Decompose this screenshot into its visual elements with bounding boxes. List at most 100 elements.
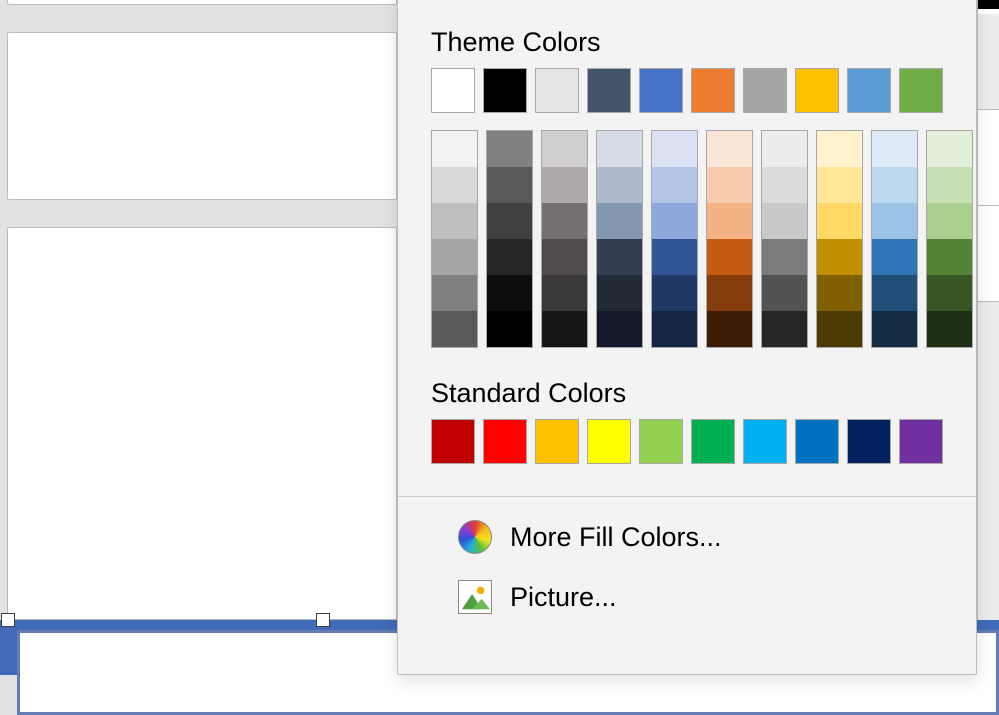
theme-color-swatch[interactable] bbox=[847, 68, 891, 113]
theme-shade-column bbox=[761, 130, 808, 348]
theme-shade-column bbox=[596, 130, 643, 348]
theme-shade-swatch[interactable] bbox=[817, 131, 862, 167]
theme-shade-swatch[interactable] bbox=[652, 203, 697, 239]
theme-shade-swatch[interactable] bbox=[762, 203, 807, 239]
theme-color-swatch[interactable] bbox=[795, 68, 839, 113]
theme-shade-swatch[interactable] bbox=[817, 275, 862, 311]
theme-shade-swatch[interactable] bbox=[652, 275, 697, 311]
standard-color-swatch[interactable] bbox=[431, 419, 475, 464]
theme-shade-swatch[interactable] bbox=[542, 131, 587, 167]
theme-shade-swatch[interactable] bbox=[597, 203, 642, 239]
theme-shade-swatch[interactable] bbox=[432, 275, 477, 311]
theme-shade-swatch[interactable] bbox=[487, 203, 532, 239]
theme-shade-swatch[interactable] bbox=[762, 131, 807, 167]
fill-color-popover: Theme Colors Standard Colors More Fill C… bbox=[397, 0, 977, 675]
theme-shade-column bbox=[431, 130, 478, 348]
theme-color-swatch[interactable] bbox=[899, 68, 943, 113]
standard-color-swatch[interactable] bbox=[535, 419, 579, 464]
theme-shade-swatch[interactable] bbox=[872, 239, 917, 275]
theme-shade-swatch[interactable] bbox=[597, 131, 642, 167]
theme-shade-swatch[interactable] bbox=[597, 167, 642, 203]
standard-color-swatch[interactable] bbox=[847, 419, 891, 464]
theme-shade-swatch[interactable] bbox=[597, 275, 642, 311]
theme-shade-swatch[interactable] bbox=[542, 239, 587, 275]
theme-shade-swatch[interactable] bbox=[872, 131, 917, 167]
theme-shade-swatch[interactable] bbox=[487, 311, 532, 347]
theme-shade-swatch[interactable] bbox=[707, 131, 752, 167]
theme-shade-swatch[interactable] bbox=[542, 203, 587, 239]
standard-colors-row bbox=[431, 419, 943, 464]
theme-color-swatch[interactable] bbox=[743, 68, 787, 113]
theme-shade-swatch[interactable] bbox=[707, 239, 752, 275]
more-fill-colors-item[interactable]: More Fill Colors... bbox=[398, 507, 976, 567]
standard-color-swatch[interactable] bbox=[899, 419, 943, 464]
theme-shade-swatch[interactable] bbox=[542, 275, 587, 311]
theme-shade-swatch[interactable] bbox=[432, 167, 477, 203]
theme-shade-swatch[interactable] bbox=[817, 203, 862, 239]
theme-shade-swatch[interactable] bbox=[927, 167, 972, 203]
theme-shade-swatch[interactable] bbox=[542, 311, 587, 347]
theme-shade-swatch[interactable] bbox=[597, 239, 642, 275]
standard-color-swatch[interactable] bbox=[483, 419, 527, 464]
standard-color-swatch[interactable] bbox=[795, 419, 839, 464]
theme-shade-swatch[interactable] bbox=[432, 131, 477, 167]
theme-shade-swatch[interactable] bbox=[652, 239, 697, 275]
slide-thumbnail[interactable] bbox=[7, 227, 397, 620]
theme-shade-swatch[interactable] bbox=[487, 131, 532, 167]
theme-shade-swatch[interactable] bbox=[597, 311, 642, 347]
theme-shade-swatch[interactable] bbox=[542, 167, 587, 203]
theme-shade-swatch[interactable] bbox=[487, 167, 532, 203]
standard-color-swatch[interactable] bbox=[587, 419, 631, 464]
right-edge-pane bbox=[977, 0, 999, 675]
theme-shade-swatch[interactable] bbox=[817, 167, 862, 203]
selection-handle-left[interactable] bbox=[1, 613, 15, 627]
slide-thumbnail[interactable] bbox=[7, 32, 397, 200]
theme-color-swatch[interactable] bbox=[431, 68, 475, 113]
theme-shade-swatch[interactable] bbox=[927, 275, 972, 311]
theme-shade-swatch[interactable] bbox=[762, 275, 807, 311]
theme-shade-swatch[interactable] bbox=[432, 203, 477, 239]
theme-shade-swatch[interactable] bbox=[707, 167, 752, 203]
theme-shade-swatch[interactable] bbox=[707, 311, 752, 347]
standard-color-swatch[interactable] bbox=[743, 419, 787, 464]
theme-color-swatch[interactable] bbox=[639, 68, 683, 113]
theme-shade-swatch[interactable] bbox=[817, 239, 862, 275]
picture-fill-label: Picture... bbox=[510, 582, 617, 613]
menu-divider bbox=[398, 496, 976, 497]
picture-fill-item[interactable]: Picture... bbox=[398, 567, 976, 627]
selection-handle-mid[interactable] bbox=[316, 613, 330, 627]
theme-shade-swatch[interactable] bbox=[762, 239, 807, 275]
slide-thumbnail[interactable] bbox=[7, 0, 397, 5]
theme-color-swatch[interactable] bbox=[483, 68, 527, 113]
theme-shade-swatch[interactable] bbox=[652, 167, 697, 203]
theme-shade-swatch[interactable] bbox=[872, 167, 917, 203]
theme-shade-swatch[interactable] bbox=[927, 203, 972, 239]
theme-shade-swatch[interactable] bbox=[817, 311, 862, 347]
theme-shade-swatch[interactable] bbox=[707, 275, 752, 311]
theme-shade-swatch[interactable] bbox=[652, 311, 697, 347]
color-wheel-icon bbox=[458, 520, 492, 554]
theme-shade-swatch[interactable] bbox=[927, 239, 972, 275]
theme-shade-swatch[interactable] bbox=[872, 311, 917, 347]
theme-color-swatch[interactable] bbox=[587, 68, 631, 113]
theme-color-swatch[interactable] bbox=[691, 68, 735, 113]
theme-shade-swatch[interactable] bbox=[432, 311, 477, 347]
standard-color-swatch[interactable] bbox=[639, 419, 683, 464]
theme-shade-swatch[interactable] bbox=[927, 311, 972, 347]
theme-shade-swatch[interactable] bbox=[872, 275, 917, 311]
standard-color-swatch[interactable] bbox=[691, 419, 735, 464]
theme-shade-swatch[interactable] bbox=[762, 311, 807, 347]
theme-colors-heading: Theme Colors bbox=[431, 27, 976, 58]
theme-shade-swatch[interactable] bbox=[487, 275, 532, 311]
theme-shade-column bbox=[706, 130, 753, 348]
right-accent-chip bbox=[978, 0, 999, 14]
picture-icon bbox=[458, 580, 492, 614]
theme-shade-swatch[interactable] bbox=[652, 131, 697, 167]
theme-shade-swatch[interactable] bbox=[927, 131, 972, 167]
theme-shade-swatch[interactable] bbox=[487, 239, 532, 275]
theme-shade-swatch[interactable] bbox=[707, 203, 752, 239]
theme-shade-swatch[interactable] bbox=[762, 167, 807, 203]
theme-shade-swatch[interactable] bbox=[872, 203, 917, 239]
theme-color-swatch[interactable] bbox=[535, 68, 579, 113]
theme-shade-swatch[interactable] bbox=[432, 239, 477, 275]
